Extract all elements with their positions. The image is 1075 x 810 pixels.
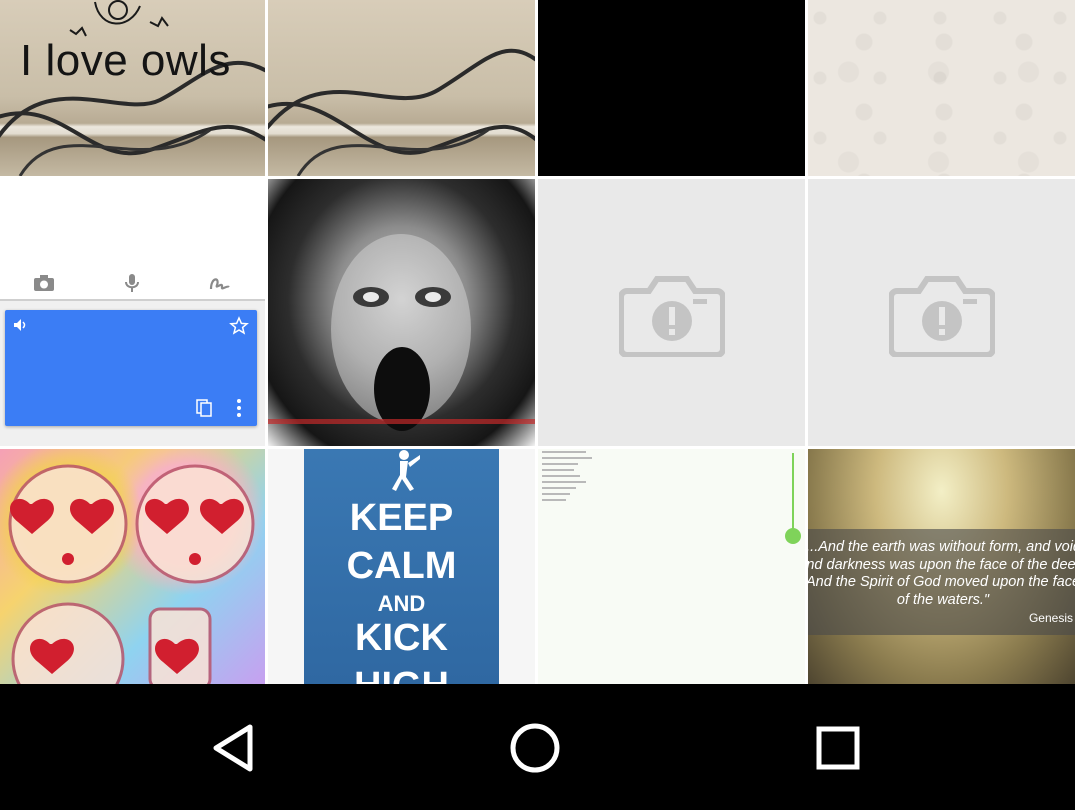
note-line (542, 457, 592, 459)
note-line (542, 499, 566, 501)
verse-text: "...And the earth was without form, and … (808, 539, 1075, 608)
poster-line-3: AND (377, 591, 426, 616)
slider-track (792, 453, 794, 537)
note-line (542, 481, 586, 483)
photo-tile-black[interactable] (538, 0, 805, 176)
note-line (542, 463, 578, 465)
photo-tile-owls[interactable]: I love owls (0, 0, 265, 176)
camera-error-icon (889, 276, 995, 357)
note-line (542, 487, 576, 489)
photo-grid: I love owls KEEP CALM AND KICK "...And t… (0, 0, 1075, 684)
copy-icon (196, 399, 212, 417)
slider-thumb (785, 528, 801, 544)
photo-tile-genesis-verse[interactable]: "...And the earth was without form, and … (808, 449, 1075, 684)
karate-figure-icon (392, 450, 420, 491)
more-vert-icon (237, 399, 241, 417)
camera-icon (34, 275, 54, 291)
translation-card (5, 310, 257, 426)
note-line (542, 493, 570, 495)
verse-source: Genesis (1028, 611, 1073, 625)
microphone-icon (125, 274, 139, 292)
star-icon (229, 316, 249, 335)
photo-tile-pattern[interactable] (808, 0, 1075, 176)
handwriting-icon (209, 278, 230, 290)
photo-tile-cables[interactable] (268, 0, 535, 176)
back-icon[interactable] (208, 722, 260, 774)
note-line (542, 469, 574, 471)
navigation-bar (0, 684, 1075, 810)
owls-caption: I love owls (20, 36, 231, 85)
poster-line-2: CALM (346, 545, 457, 587)
photo-tile-pop-art[interactable] (0, 449, 265, 684)
speaker-icon (14, 319, 26, 331)
photo-tile-scary-face[interactable] (268, 179, 535, 446)
home-icon[interactable] (509, 722, 561, 774)
photo-tile-notes-screenshot[interactable] (538, 449, 805, 684)
poster-line-5: HIGH (304, 665, 499, 684)
poster-line-1: KEEP (349, 497, 454, 539)
note-line (542, 451, 586, 453)
camera-error-icon (619, 276, 725, 357)
recents-icon[interactable] (812, 722, 864, 774)
keep-calm-poster: KEEP CALM AND KICK HIGH (304, 449, 499, 684)
translate-toolbar (0, 179, 265, 301)
photo-tile-keep-calm[interactable]: KEEP CALM AND KICK HIGH (268, 449, 535, 684)
photo-tile-translate-screenshot[interactable] (0, 179, 265, 446)
note-line (542, 475, 580, 477)
poster-line-4: KICK (355, 617, 448, 659)
photo-tile-unavailable-1[interactable] (538, 179, 805, 446)
photo-tile-unavailable-2[interactable] (808, 179, 1075, 446)
